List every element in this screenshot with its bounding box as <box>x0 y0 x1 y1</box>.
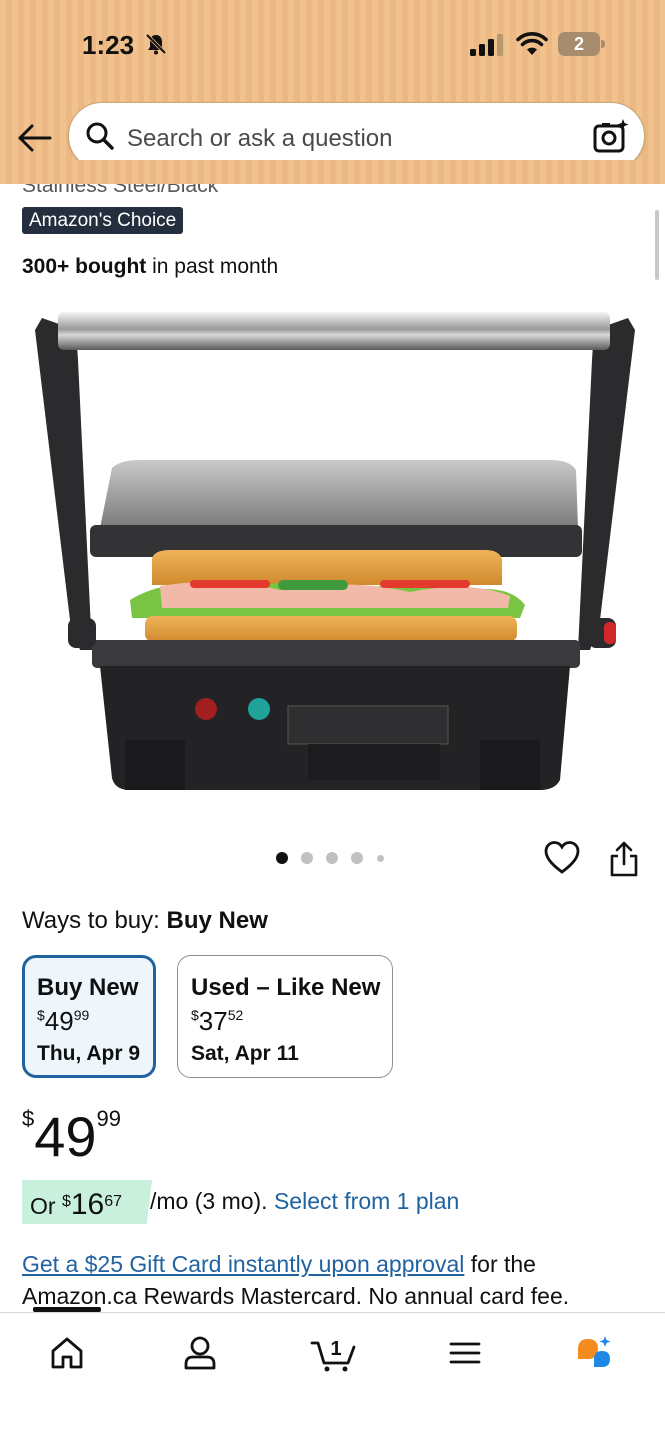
bought-count-rest: in past month <box>146 255 279 278</box>
installment-fraction: 67 <box>104 1193 123 1210</box>
home-icon[interactable] <box>47 1333 87 1373</box>
gift-card-offer: Get a $25 Gift Card instantly upon appro… <box>22 1248 642 1312</box>
gift-card-link[interactable]: Get a $25 Gift Card instantly upon appro… <box>22 1251 464 1277</box>
search-input[interactable]: Search or ask a question <box>68 102 645 170</box>
carousel-dot-3[interactable] <box>326 852 338 864</box>
carousel-dot-4[interactable] <box>351 852 363 864</box>
header: 1:23 2 Search or ask a question <box>0 0 665 184</box>
menu-icon[interactable] <box>445 1333 485 1373</box>
installment-currency: $ <box>61 1193 71 1210</box>
cart-count: 1 <box>330 1338 341 1360</box>
share-icon[interactable] <box>608 840 640 878</box>
ways-to-buy-label: Ways to buy: Buy New <box>22 907 268 935</box>
carousel-dot-5[interactable] <box>377 855 384 862</box>
account-icon[interactable] <box>180 1333 220 1373</box>
option-title: Buy New <box>37 974 139 1001</box>
carousel-dot-1[interactable] <box>276 852 288 864</box>
main-price: $4999 <box>22 1104 121 1169</box>
main-price-currency: $ <box>22 1106 35 1131</box>
battery-level: 2 <box>558 32 600 56</box>
rufus-icon[interactable] <box>574 1333 614 1373</box>
option-price: $4999 <box>37 1006 89 1037</box>
bought-count-bold: 300+ bought <box>22 255 147 278</box>
ways-to-buy-prefix: Ways to buy: <box>22 907 167 934</box>
nav-active-indicator <box>33 1307 101 1312</box>
status-bar: 1:23 2 <box>0 0 665 90</box>
product-image[interactable] <box>30 300 640 800</box>
option-price-whole: 37 <box>198 1006 228 1036</box>
bell-muted-icon <box>145 33 167 55</box>
buy-new-option[interactable]: Buy New $4999 Thu, Apr 9 <box>22 955 156 1078</box>
option-delivery-date: Sat, Apr 11 <box>191 1042 299 1065</box>
main-price-fraction: 99 <box>96 1106 122 1131</box>
search-placeholder: Search or ask a question <box>127 125 393 152</box>
installment-amount: Or $1667 <box>30 1188 122 1222</box>
cellular-signal-icon <box>470 34 503 56</box>
cart-icon[interactable]: 1 <box>310 1333 356 1373</box>
scroll-indicator[interactable] <box>655 210 659 280</box>
option-price-currency: $ <box>37 1007 45 1023</box>
wifi-icon <box>516 32 548 55</box>
ways-to-buy-selected: Buy New <box>166 907 268 934</box>
option-price-whole: 49 <box>44 1006 74 1036</box>
option-title: Used – Like New <box>191 974 381 1001</box>
battery-tip <box>601 40 605 48</box>
status-time: 1:23 <box>82 30 135 60</box>
bottom-nav: 1 <box>0 1307 665 1440</box>
amazons-choice-badge: Amazon's Choice <box>22 207 184 234</box>
installment-whole: 16 <box>70 1188 105 1221</box>
option-delivery-date: Thu, Apr 9 <box>37 1042 141 1065</box>
installment-prefix: Or <box>30 1193 62 1219</box>
installment-details: /mo (3 mo). Select from 1 plan <box>150 1188 459 1215</box>
installment-suffix: /mo (3 mo). <box>150 1188 274 1214</box>
battery-indicator: 2 <box>558 32 606 56</box>
camera-search-icon[interactable] <box>592 117 630 155</box>
option-price-currency: $ <box>191 1007 199 1023</box>
image-carousel-dots[interactable] <box>276 852 396 866</box>
carousel-dot-2[interactable] <box>301 852 313 864</box>
back-arrow-icon[interactable] <box>16 118 54 158</box>
search-icon <box>86 122 114 150</box>
heart-icon[interactable] <box>544 840 580 876</box>
bought-count: 300+ bought in past month <box>22 255 278 279</box>
select-plan-link[interactable]: Select from 1 plan <box>274 1188 459 1214</box>
option-price-fraction: 99 <box>73 1007 90 1023</box>
option-price: $3752 <box>191 1006 243 1037</box>
main-price-whole: 49 <box>34 1105 97 1168</box>
used-like-new-option[interactable]: Used – Like New $3752 Sat, Apr 11 <box>177 955 393 1078</box>
option-price-fraction: 52 <box>227 1007 244 1023</box>
